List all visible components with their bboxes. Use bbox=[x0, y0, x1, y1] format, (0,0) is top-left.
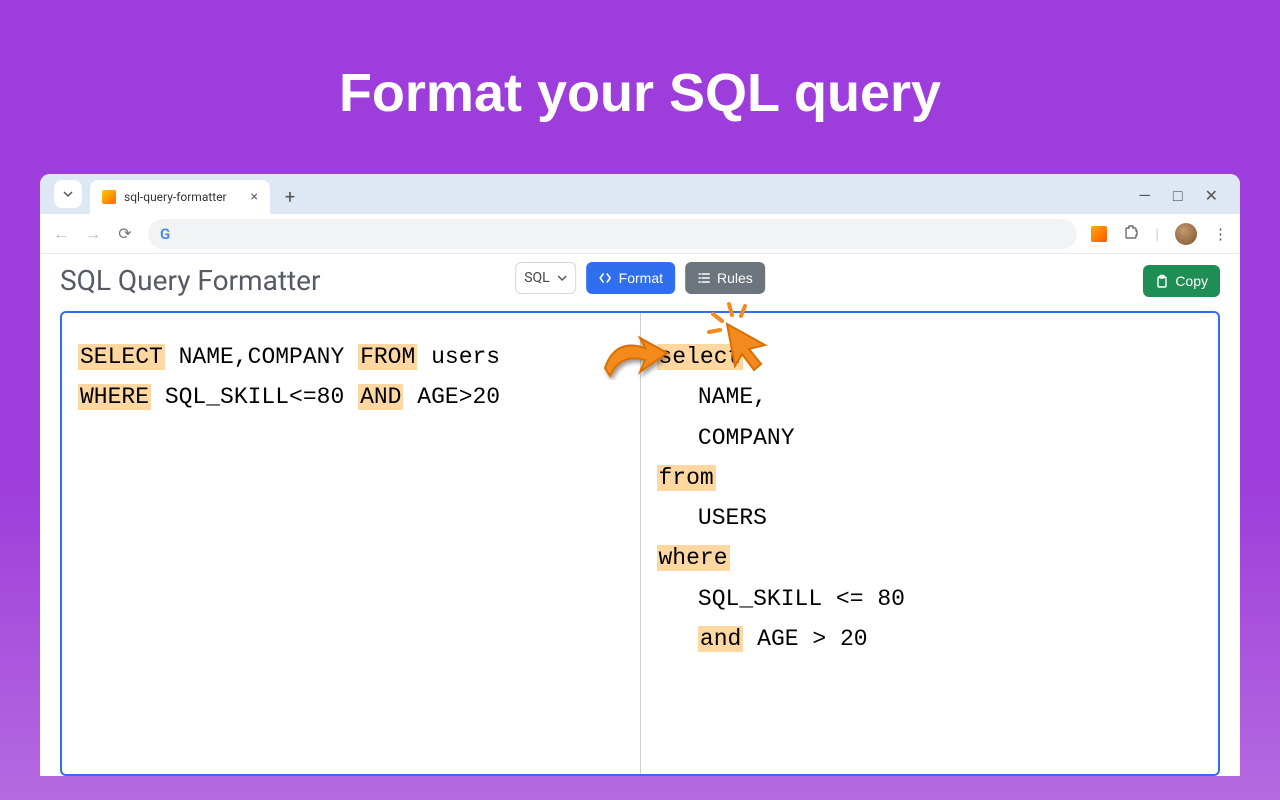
sql-keyword: WHERE bbox=[78, 384, 151, 410]
tabs-dropdown-button[interactable] bbox=[54, 180, 82, 208]
profile-avatar[interactable] bbox=[1175, 223, 1197, 245]
sql-keyword: and bbox=[698, 626, 743, 652]
app-title: SQL Query Formatter bbox=[60, 264, 320, 297]
list-icon bbox=[697, 271, 711, 285]
window-controls: ― □ ✕ bbox=[1138, 186, 1230, 214]
chevron-down-icon bbox=[558, 273, 568, 283]
close-icon[interactable]: × bbox=[251, 189, 258, 205]
url-input[interactable]: G bbox=[148, 219, 1077, 249]
tab-favicon-icon bbox=[102, 190, 116, 204]
tab-bar: sql-query-formatter × + ― □ ✕ bbox=[40, 174, 1240, 214]
copy-button[interactable]: Copy bbox=[1143, 265, 1220, 297]
rules-label: Rules bbox=[717, 270, 753, 286]
toolbar: SQL Query Formatter SQL Format Rules bbox=[60, 264, 1220, 311]
google-icon: G bbox=[160, 225, 170, 243]
copy-label: Copy bbox=[1175, 273, 1208, 289]
sql-keyword: select bbox=[657, 344, 744, 370]
reload-button[interactable]: ⟳ bbox=[116, 224, 134, 243]
format-label: Format bbox=[619, 270, 663, 286]
tab-title: sql-query-formatter bbox=[124, 190, 243, 204]
clipboard-icon bbox=[1155, 274, 1169, 288]
dialect-value: SQL bbox=[524, 270, 549, 286]
panels: SELECT NAME,COMPANY FROM users WHERE SQL… bbox=[60, 311, 1220, 776]
code-icon bbox=[599, 271, 613, 285]
maximize-icon[interactable]: □ bbox=[1173, 186, 1183, 206]
extension-area: | ⋮ bbox=[1091, 223, 1228, 245]
sql-keyword: SELECT bbox=[78, 344, 165, 370]
browser-menu-icon[interactable]: ⋮ bbox=[1213, 225, 1228, 243]
hero-title: Format your SQL query bbox=[0, 0, 1280, 174]
extensions-menu-icon[interactable] bbox=[1123, 224, 1139, 244]
input-panel[interactable]: SELECT NAME,COMPANY FROM users WHERE SQL… bbox=[62, 313, 640, 774]
browser-window: sql-query-formatter × + ― □ ✕ ← → ⟳ G | … bbox=[40, 174, 1240, 776]
sql-keyword: FROM bbox=[358, 344, 417, 370]
minimize-icon[interactable]: ― bbox=[1138, 186, 1151, 206]
browser-tab[interactable]: sql-query-formatter × bbox=[90, 180, 270, 214]
sql-keyword: from bbox=[657, 465, 716, 491]
app-container: SQL Query Formatter SQL Format Rules bbox=[40, 254, 1240, 776]
forward-button[interactable]: → bbox=[84, 224, 102, 244]
rules-button[interactable]: Rules bbox=[685, 262, 765, 294]
sql-keyword: where bbox=[657, 545, 730, 571]
output-panel: select NAME, COMPANY from USERS where SQ… bbox=[640, 313, 1219, 774]
new-tab-button[interactable]: + bbox=[276, 183, 304, 211]
dialect-select[interactable]: SQL bbox=[515, 262, 576, 294]
sql-keyword: AND bbox=[358, 384, 403, 410]
format-button[interactable]: Format bbox=[587, 262, 675, 294]
extension-icon[interactable] bbox=[1091, 226, 1107, 242]
back-button[interactable]: ← bbox=[52, 224, 70, 244]
address-bar: ← → ⟳ G | ⋮ bbox=[40, 214, 1240, 254]
close-window-icon[interactable]: ✕ bbox=[1205, 186, 1218, 206]
